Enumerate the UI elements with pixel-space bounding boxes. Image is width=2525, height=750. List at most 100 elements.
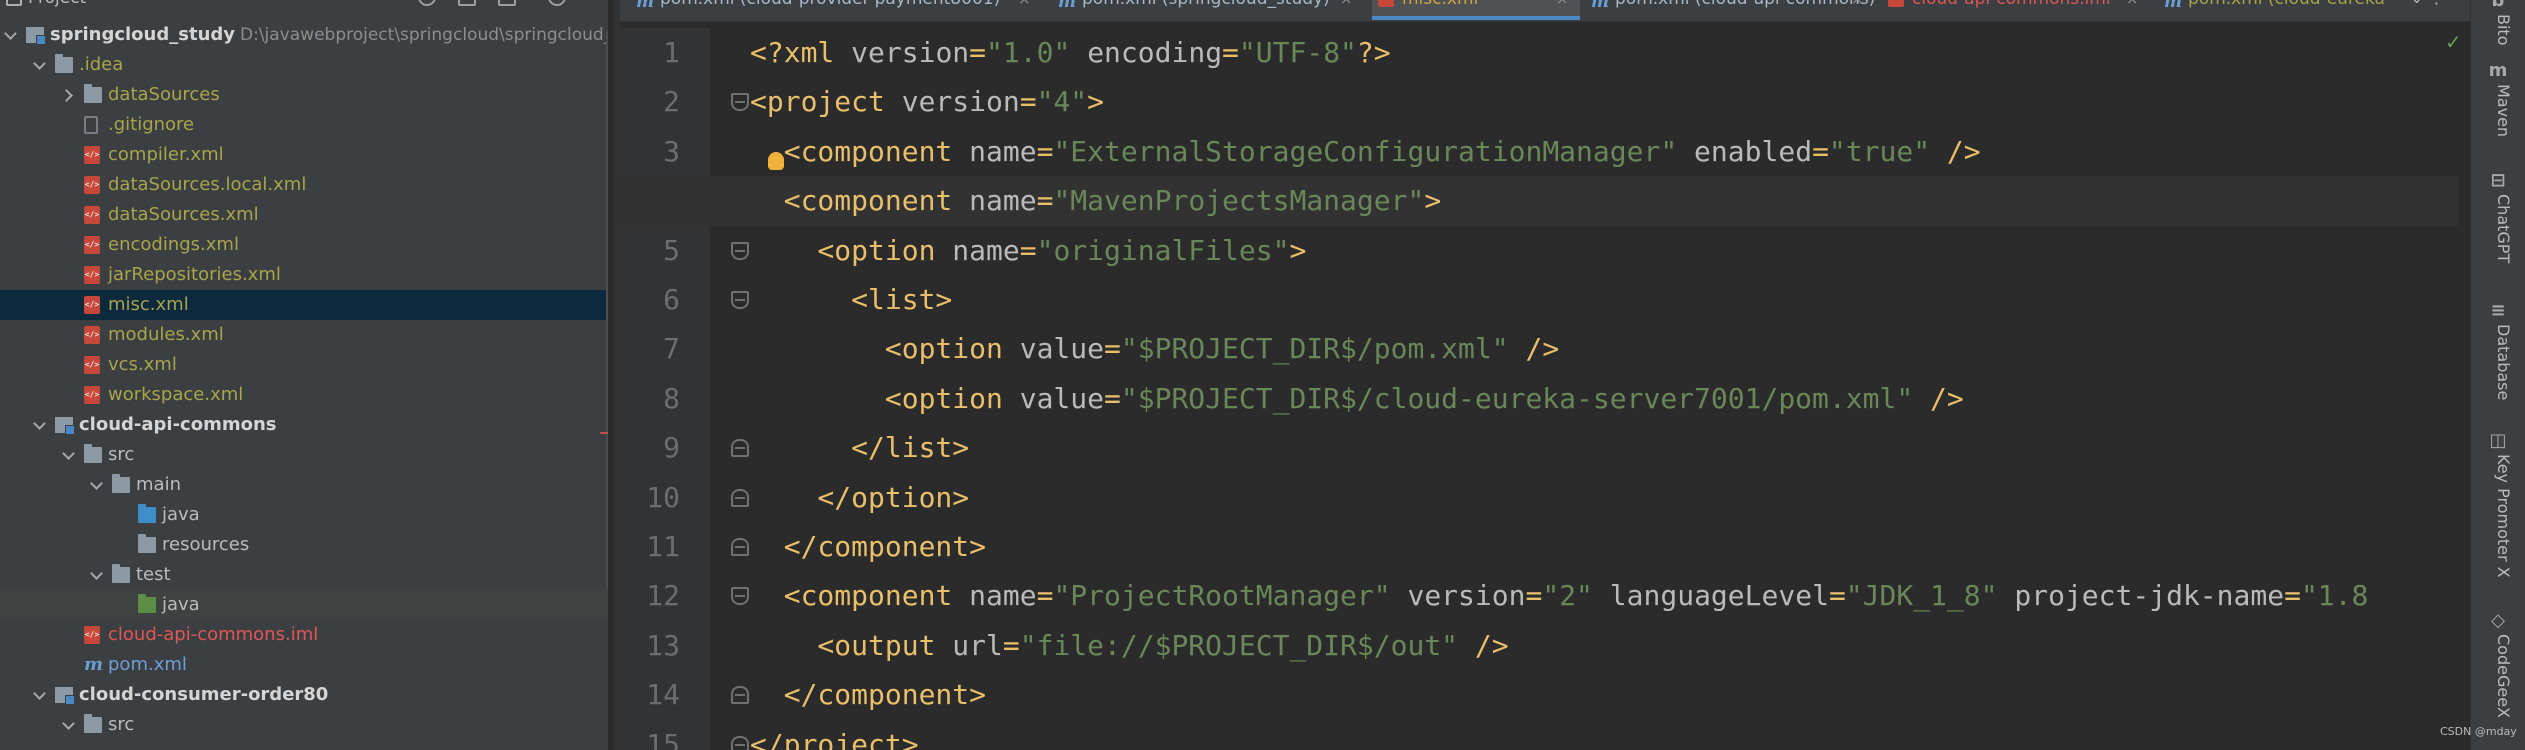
tool-window-database[interactable]: Database <box>2483 324 2513 400</box>
expand-icon[interactable] <box>498 0 516 6</box>
chevron-down-icon[interactable] <box>33 410 47 440</box>
tree-row-vcs-xml[interactable]: </> vcs.xml <box>0 350 608 380</box>
tree-row--idea[interactable]: .idea <box>0 50 608 80</box>
chatgpt-icon[interactable]: ⊟ <box>2487 172 2509 190</box>
tree-row-cloud-consumer-order80[interactable]: cloud-consumer-order80 <box>0 680 608 710</box>
fold-close-icon[interactable] <box>731 488 749 507</box>
fold-close-icon[interactable] <box>731 439 749 458</box>
chevron-down-icon[interactable] <box>33 680 47 710</box>
code-line[interactable]: <list> <box>750 275 952 324</box>
tool-window-bito[interactable]: Bito <box>2483 14 2513 45</box>
editor-tab[interactable]: m pom.xml (springcloud_study) × <box>1052 0 1364 20</box>
maven-icon: m <box>636 0 654 12</box>
tool-window-key-promoter-x[interactable]: Key Promoter X <box>2483 454 2513 578</box>
chevron-down-icon[interactable] <box>90 560 104 590</box>
tree-row-misc-xml[interactable]: </> misc.xml <box>0 290 608 320</box>
key-promoter-icon[interactable]: ◫ <box>2487 432 2509 450</box>
code-line[interactable]: <option name="originalFiles"> <box>750 226 1306 275</box>
code-line[interactable]: </list> <box>750 423 969 472</box>
chevron-down-icon[interactable] <box>62 710 76 740</box>
code-line[interactable]: <option value="$PROJECT_DIR$/cloud-eurek… <box>750 374 1964 423</box>
tree-row-src[interactable]: src <box>0 440 608 470</box>
code-line[interactable]: <option value="$PROJECT_DIR$/pom.xml" /> <box>750 324 1559 373</box>
code-line[interactable]: </component> <box>750 670 986 719</box>
code-token-tag: <project <box>750 85 902 119</box>
editor-tab[interactable]: misc.xml × <box>1372 0 1580 20</box>
chevron-down-icon[interactable] <box>62 440 76 470</box>
tree-row-cloud-api-commons[interactable]: cloud-api-commons <box>0 410 608 440</box>
tree-row-compiler-xml[interactable]: </> compiler.xml <box>0 140 608 170</box>
code-token-attr: version <box>901 85 1020 119</box>
close-icon[interactable]: × <box>1018 0 1031 10</box>
code-line[interactable]: </project> <box>750 720 919 750</box>
watermark: CSDN @mday <box>2440 725 2517 738</box>
fold-close-icon[interactable] <box>731 735 749 750</box>
tree-item-label: .idea <box>79 54 124 75</box>
close-icon[interactable]: × <box>2126 0 2139 10</box>
tree-row-resources[interactable]: resources <box>0 530 608 560</box>
fold-open-icon[interactable] <box>731 291 749 309</box>
project-panel-title[interactable]: Project <box>28 0 86 8</box>
code-line[interactable]: <?xml version="1.0" encoding="UTF-8"?> <box>750 28 1391 77</box>
code-editor[interactable]: mpom.xml (cloud-provider-payment8001)× mp… <box>620 0 2470 750</box>
tree-row--gitignore[interactable]: .gitignore <box>0 110 608 140</box>
folder-icon <box>138 534 156 553</box>
bito-icon[interactable]: b <box>2487 0 2509 10</box>
locate-icon[interactable] <box>418 0 436 6</box>
line-number: 10 <box>646 480 680 514</box>
project-tree: springcloud_study D:\javawebproject\sprin… <box>0 20 608 740</box>
tree-row-test[interactable]: test <box>0 560 608 590</box>
tree-row-java[interactable]: java <box>0 590 608 620</box>
tool-window-codegeex[interactable]: CodeGeeX <box>2483 634 2513 718</box>
editor-tab[interactable]: m pom.xml (cloud-api-commons)× <box>1585 0 1875 20</box>
fold-open-icon[interactable] <box>731 587 749 606</box>
close-icon[interactable]: × <box>1340 0 1353 10</box>
fold-open-icon[interactable] <box>731 241 749 260</box>
tree-row-cloud-api-commons-iml[interactable]: </> cloud-api-commons.iml <box>0 620 608 650</box>
settings-icon[interactable] <box>548 0 566 6</box>
tree-row-main[interactable]: main <box>0 470 608 500</box>
tree-row-workspace-xml[interactable]: </> workspace.xml <box>0 380 608 410</box>
collapse-all-icon[interactable] <box>458 0 476 6</box>
project-tree-scrollbar[interactable] <box>606 30 608 590</box>
chevron-down-icon[interactable] <box>4 20 18 50</box>
chevron-down-icon[interactable] <box>90 470 104 500</box>
editor-scrollbar[interactable] <box>2458 28 2470 750</box>
chevron-right-icon[interactable] <box>62 80 76 110</box>
tool-window-chatgpt[interactable]: ChatGPT <box>2483 194 2513 263</box>
codegeex-icon[interactable]: ◇ <box>2487 612 2509 630</box>
fold-close-icon[interactable] <box>731 538 749 556</box>
folder-icon <box>55 54 73 73</box>
editor-tab[interactable]: cloud-api-commons.iml × <box>1882 0 2150 20</box>
code-line[interactable]: <component name="ExternalStorageConfigur… <box>750 127 1981 176</box>
tree-row-springcloud-study[interactable]: springcloud_study D:\javawebproject\sprin… <box>0 20 608 50</box>
tree-row-datasources-local-xml[interactable]: </> dataSources.local.xml <box>0 170 608 200</box>
tree-row-java[interactable]: java <box>0 500 608 530</box>
xml-file-icon: </> <box>84 266 100 284</box>
close-icon[interactable]: × <box>1851 0 1864 10</box>
tree-row-datasources-xml[interactable]: </> dataSources.xml <box>0 200 608 230</box>
code-line[interactable]: <component name="MavenProjectsManager"> <box>750 176 1441 225</box>
chevron-down-icon[interactable] <box>33 50 47 80</box>
fold-open-icon[interactable] <box>731 93 749 112</box>
code-line[interactable]: <project version="4"> <box>750 77 1104 126</box>
code-token-tag: </option> <box>750 480 970 514</box>
editor-tab[interactable]: m pom.xml (cloud-provider-payment8001) × <box>630 0 1042 20</box>
code-line[interactable]: <output url="file://$PROJECT_DIR$/out" /… <box>750 621 1508 670</box>
database-icon[interactable]: ≡ <box>2487 302 2509 320</box>
code-line[interactable]: </option> <box>750 473 969 522</box>
fold-close-icon[interactable] <box>731 686 749 705</box>
code-line[interactable]: <component name="ProjectRootManager" ver… <box>750 571 2369 620</box>
maven-icon[interactable]: m <box>2487 62 2509 80</box>
tree-row-datasources[interactable]: dataSources <box>0 80 608 110</box>
tree-row-src[interactable]: src <box>0 710 608 740</box>
tab-list-chevron-icon[interactable]: ⌄ ⋮ <box>2410 0 2445 7</box>
code-line[interactable]: </component> <box>750 522 986 571</box>
tool-window-maven[interactable]: Maven <box>2483 84 2513 137</box>
close-icon[interactable]: × <box>1556 0 1569 10</box>
tree-row-modules-xml[interactable]: </> modules.xml <box>0 320 608 350</box>
tree-row-encodings-xml[interactable]: </> encodings.xml <box>0 230 608 260</box>
tree-row-jarrepositories-xml[interactable]: </> jarRepositories.xml <box>0 260 608 290</box>
tree-row-pom-xml[interactable]: m pom.xml <box>0 650 608 680</box>
intention-bulb-icon[interactable] <box>768 152 784 170</box>
